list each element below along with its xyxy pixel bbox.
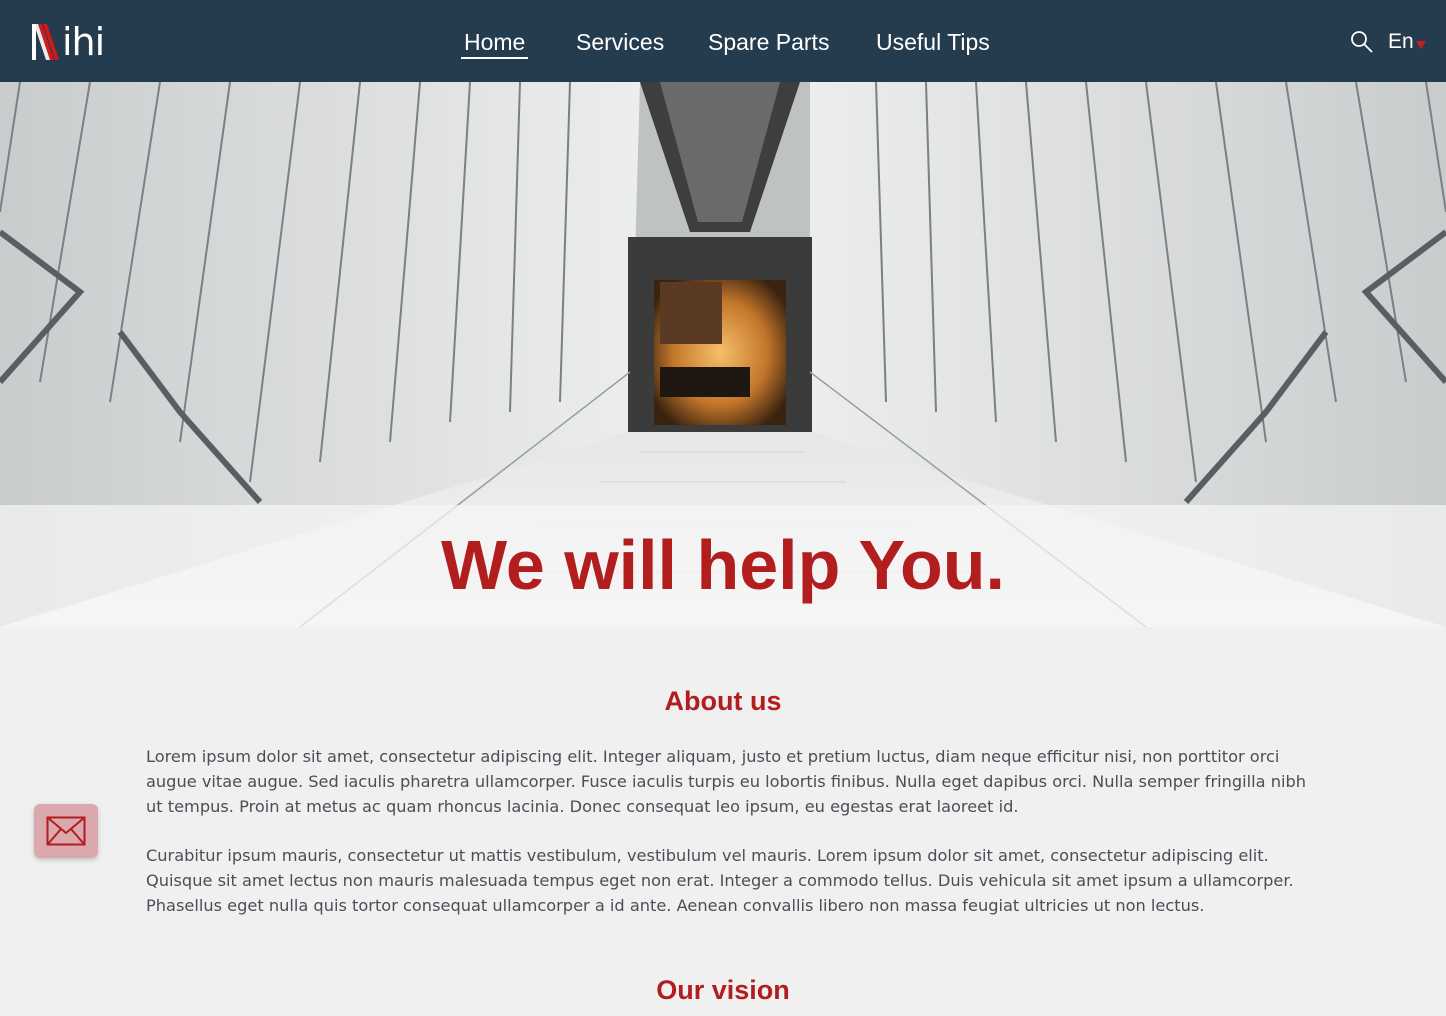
nav-home[interactable]: Home — [461, 27, 529, 59]
main-nav: Home Services Spare Parts Useful Tips — [0, 0, 1446, 82]
nav-spare-parts[interactable]: Spare Parts — [708, 27, 829, 57]
contact-mail-button[interactable] — [34, 804, 98, 858]
language-label: En — [1388, 30, 1414, 53]
search-icon[interactable] — [1350, 30, 1374, 54]
nav-useful-tips[interactable]: Useful Tips — [876, 27, 990, 57]
nav-services[interactable]: Services — [576, 27, 664, 57]
language-selector[interactable]: En — [1388, 28, 1426, 56]
about-title: About us — [664, 686, 782, 716]
hero-banner: We will help You. — [0, 82, 1446, 627]
site-header: ihi Home Services Spare Parts Useful Tip… — [0, 0, 1446, 82]
hero-headline: We will help You. — [441, 526, 1005, 604]
about-paragraph-2: Curabitur ipsum mauris, consectetur ut m… — [146, 846, 1294, 915]
about-paragraph-1: Lorem ipsum dolor sit amet, consectetur … — [146, 747, 1306, 816]
envelope-icon — [46, 816, 86, 846]
caret-down-icon — [1415, 41, 1426, 49]
vision-title: Our vision — [656, 975, 790, 1005]
